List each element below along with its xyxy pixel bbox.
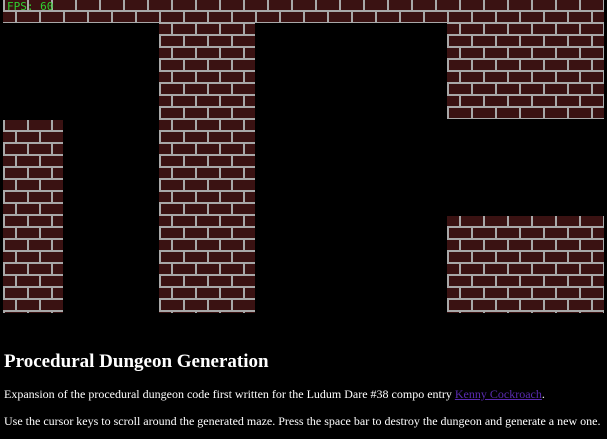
brick-pattern	[447, 216, 604, 313]
game-canvas[interactable]: FPS: 60	[3, 0, 604, 313]
article: Procedural Dungeon Generation Expansion …	[4, 348, 604, 429]
wall-block	[447, 23, 604, 119]
wall-block	[159, 23, 255, 313]
fps-counter: FPS: 60	[7, 0, 54, 13]
wall-block	[3, 0, 604, 23]
page-title: Procedural Dungeon Generation	[4, 351, 269, 372]
wall-block	[3, 120, 63, 313]
brick-pattern	[3, 0, 604, 22]
intro-end: .	[541, 387, 545, 401]
kenny-cockroach-link[interactable]: Kenny Cockroach	[455, 387, 542, 401]
instructions-paragraph: Use the cursor keys to scroll around the…	[4, 414, 601, 428]
brick-pattern	[159, 24, 255, 313]
brick-pattern	[447, 24, 604, 118]
intro-text: Expansion of the procedural dungeon code…	[4, 387, 455, 401]
wall-block	[447, 216, 604, 313]
intro-paragraph: Expansion of the procedural dungeon code…	[4, 386, 604, 402]
brick-pattern	[3, 120, 63, 313]
